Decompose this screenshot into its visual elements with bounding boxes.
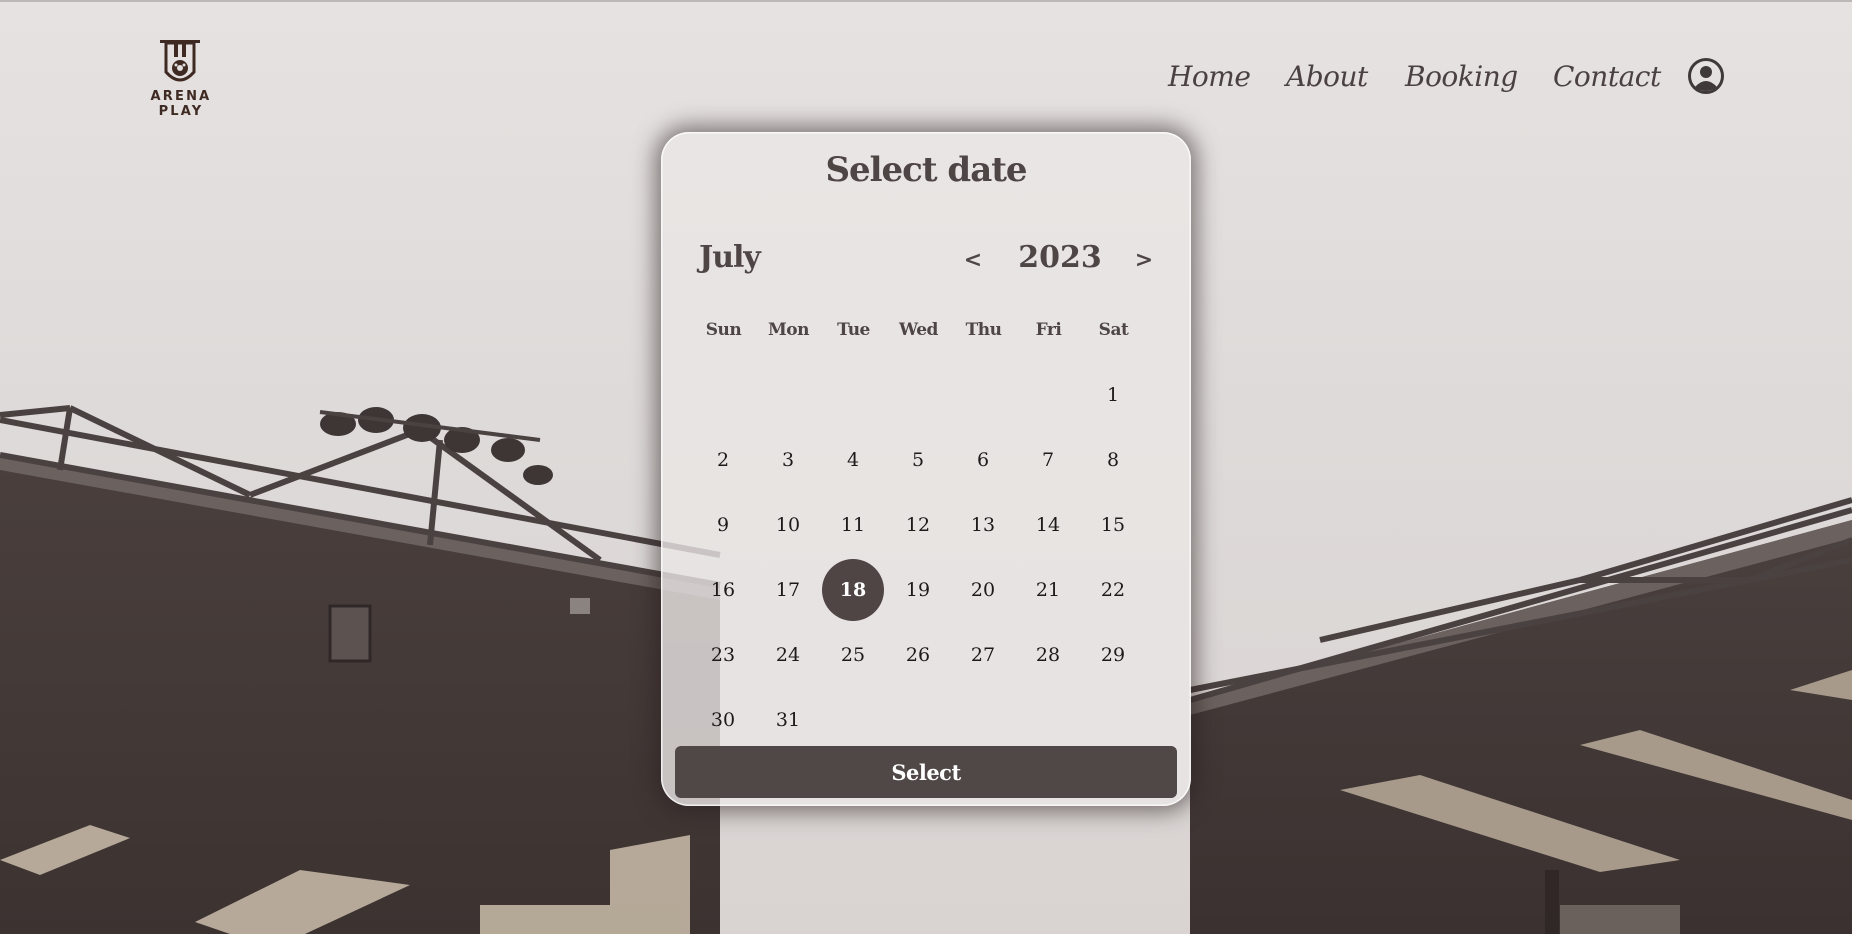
calendar-day[interactable]: 1 [1082, 364, 1144, 426]
calendar-day[interactable]: 26 [887, 624, 949, 686]
calendar-day-grid: 1 2 3 4 5 6 7 8 9 10 11 12 13 14 15 16 17 18 19 20 21 22 23 24 2… [691, 364, 1146, 754]
calendar-day[interactable]: 11 [822, 494, 884, 556]
weekday-label: Fri [1035, 320, 1062, 340]
calendar-day[interactable]: 15 [1082, 494, 1144, 556]
calendar-day[interactable]: 7 [1017, 429, 1079, 491]
calendar-day[interactable]: 17 [757, 559, 819, 621]
calendar-day[interactable]: 24 [757, 624, 819, 686]
weekday-label: Wed [899, 320, 938, 340]
weekday-label: Sat [1098, 320, 1129, 340]
brand-name: ARENA PLAY [150, 89, 212, 119]
nav-about-link[interactable]: About [1286, 60, 1368, 93]
calendar-day[interactable]: 21 [1017, 559, 1079, 621]
select-date-button[interactable]: Select [675, 746, 1177, 798]
calendar-day[interactable]: 29 [1082, 624, 1144, 686]
brand-logo[interactable]: ARENA PLAY [128, 38, 234, 119]
calendar-day[interactable]: 27 [952, 624, 1014, 686]
football-crest-icon [160, 40, 200, 82]
calendar-day[interactable]: 16 [692, 559, 754, 621]
nav-booking-link[interactable]: Booking [1405, 60, 1518, 93]
calendar-day[interactable]: 2 [692, 429, 754, 491]
calendar-day[interactable]: 30 [692, 689, 754, 751]
next-year-button[interactable]: > [1129, 244, 1159, 276]
calendar-day[interactable]: 23 [692, 624, 754, 686]
date-picker-dialog: Select date July < 2023 > Sun Mon Tue We… [661, 132, 1191, 806]
year-label: 2023 [1018, 240, 1102, 275]
calendar-day[interactable]: 9 [692, 494, 754, 556]
calendar-day[interactable]: 8 [1082, 429, 1144, 491]
weekday-label: Sun [705, 320, 742, 340]
calendar-day-selected[interactable]: 18 [822, 559, 884, 621]
calendar-day[interactable]: 4 [822, 429, 884, 491]
calendar-day[interactable]: 28 [1017, 624, 1079, 686]
calendar-day[interactable]: 5 [887, 429, 949, 491]
weekday-label: Thu [965, 320, 1002, 340]
main-nav: Home About Booking Contact [1150, 56, 1730, 100]
user-circle-icon[interactable] [1687, 57, 1725, 95]
calendar-day[interactable]: 3 [757, 429, 819, 491]
calendar-day[interactable]: 10 [757, 494, 819, 556]
weekday-header: Sun Mon Tue Wed Thu Fri Sat [691, 320, 1146, 350]
nav-home-link[interactable]: Home [1168, 60, 1251, 93]
weekday-label: Mon [767, 320, 810, 340]
calendar-day[interactable]: 31 [757, 689, 819, 751]
calendar-day[interactable]: 19 [887, 559, 949, 621]
calendar-day[interactable]: 25 [822, 624, 884, 686]
calendar-day[interactable]: 13 [952, 494, 1014, 556]
prev-year-button[interactable]: < [958, 244, 988, 276]
nav-contact-link[interactable]: Contact [1553, 60, 1661, 93]
calendar-day[interactable]: 12 [887, 494, 949, 556]
month-label: July [699, 240, 761, 275]
calendar-day[interactable]: 14 [1017, 494, 1079, 556]
dialog-title: Select date [825, 150, 1027, 190]
calendar-day[interactable]: 6 [952, 429, 1014, 491]
calendar-day[interactable]: 20 [952, 559, 1014, 621]
weekday-label: Tue [837, 320, 870, 340]
calendar-day[interactable]: 22 [1082, 559, 1144, 621]
